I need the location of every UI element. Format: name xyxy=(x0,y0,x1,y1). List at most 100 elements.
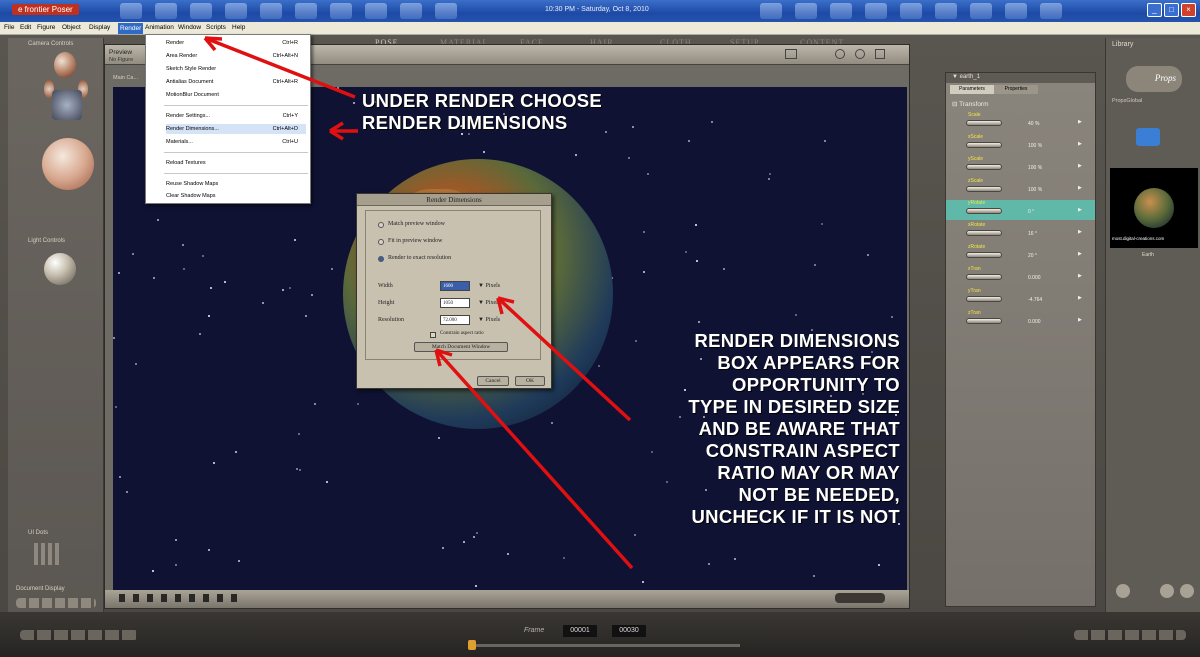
menu-item-area-render[interactable]: Area Render Ctrl+Alt+N xyxy=(166,51,306,61)
zoom-controls[interactable] xyxy=(835,593,885,603)
dial-value[interactable]: 100 % xyxy=(1028,165,1042,171)
menu-file[interactable]: File xyxy=(4,24,14,31)
dial-row[interactable]: yRotate 0 ° ▶ xyxy=(946,200,1095,220)
dial-row[interactable]: Scale 40 % ▶ xyxy=(946,112,1095,132)
taskbar-icon[interactable] xyxy=(900,3,922,19)
dial-value[interactable]: 0.000 xyxy=(1028,319,1041,325)
dial-knob[interactable] xyxy=(966,186,1002,192)
dial-knob[interactable] xyxy=(966,142,1002,148)
menu-item-render[interactable]: Render Ctrl+R xyxy=(166,38,306,48)
dial-row[interactable]: yTran -4.764 ▶ xyxy=(946,288,1095,308)
ui-dots-grid[interactable] xyxy=(34,543,60,565)
options-icon[interactable] xyxy=(875,49,885,59)
dial-value[interactable]: -4.764 xyxy=(1028,297,1042,303)
footer-controls[interactable] xyxy=(119,594,239,602)
head-camera-icon[interactable] xyxy=(54,52,76,78)
dial-menu-arrow-icon[interactable]: ▶ xyxy=(1078,163,1082,169)
radio-match-preview[interactable] xyxy=(378,222,384,228)
earth-thumbnail[interactable]: most.digital-creations.com xyxy=(1110,168,1198,248)
menu-item-motionblur[interactable]: MotionBlur Document xyxy=(166,90,306,100)
taskbar-icon[interactable] xyxy=(970,3,992,19)
display-style-buttons[interactable] xyxy=(16,598,96,608)
menu-display[interactable]: Display xyxy=(89,24,110,31)
dial-menu-arrow-icon[interactable]: ▶ xyxy=(1078,141,1082,147)
height-input[interactable]: 1050 xyxy=(440,298,470,308)
taskbar-icon[interactable] xyxy=(260,3,282,19)
menu-item-render-dimensions[interactable]: Render Dimensions... Ctrl+Alt+D xyxy=(166,124,306,134)
taskbar-icon[interactable] xyxy=(330,3,352,19)
match-document-window-button[interactable]: Match Document Window xyxy=(414,342,508,352)
figure-selector[interactable]: No Figure xyxy=(109,57,133,63)
menu-object[interactable]: Object xyxy=(62,24,81,31)
close-button[interactable]: × xyxy=(1181,3,1196,17)
menu-window[interactable]: Window xyxy=(178,24,201,31)
taskbar-icon[interactable] xyxy=(795,3,817,19)
dial-menu-arrow-icon[interactable]: ▶ xyxy=(1078,273,1082,279)
dial-knob[interactable] xyxy=(966,164,1002,170)
dial-menu-arrow-icon[interactable]: ▶ xyxy=(1078,251,1082,257)
dial-row[interactable]: xScale 100 % ▶ xyxy=(946,134,1095,154)
transform-group[interactable]: ⊟ Transform xyxy=(952,100,989,108)
taskbar-icon[interactable] xyxy=(435,3,457,19)
dial-knob[interactable] xyxy=(966,296,1002,302)
dial-knob[interactable] xyxy=(966,208,1002,214)
dial-knob[interactable] xyxy=(966,230,1002,236)
timeline-handle[interactable] xyxy=(468,640,476,650)
taskbar-icon[interactable] xyxy=(1005,3,1027,19)
ok-button[interactable]: OK xyxy=(515,376,545,386)
dial-knob[interactable] xyxy=(966,318,1002,324)
keyframe-buttons[interactable] xyxy=(1074,630,1186,640)
width-input[interactable]: 1600 xyxy=(440,281,470,291)
dial-menu-arrow-icon[interactable]: ▶ xyxy=(1078,229,1082,235)
resolution-input[interactable]: 72.000 xyxy=(440,315,470,325)
menu-item-render-settings[interactable]: Render Settings... Ctrl+Y xyxy=(166,111,306,121)
dial-value[interactable]: 0.000 xyxy=(1028,275,1041,281)
cancel-button[interactable]: Cancel xyxy=(477,376,509,386)
taskbar-icon[interactable] xyxy=(935,3,957,19)
taskbar-icon[interactable] xyxy=(365,3,387,19)
menu-scripts[interactable]: Scripts xyxy=(206,24,226,31)
preview-tab[interactable]: Preview xyxy=(109,49,132,56)
dial-value[interactable]: 0 ° xyxy=(1028,209,1034,215)
add-icon[interactable] xyxy=(1160,584,1174,598)
radio-exact-resolution[interactable] xyxy=(378,256,384,262)
trackball-icon[interactable] xyxy=(42,138,94,190)
taskbar-icon[interactable] xyxy=(225,3,247,19)
move-camera-cross-icon[interactable] xyxy=(52,90,82,120)
dial-value[interactable]: 100 % xyxy=(1028,187,1042,193)
dial-knob[interactable] xyxy=(966,252,1002,258)
light-sphere-icon[interactable] xyxy=(44,253,76,285)
dial-menu-arrow-icon[interactable]: ▶ xyxy=(1078,295,1082,301)
menu-item-sketch-render[interactable]: Sketch Style Render xyxy=(166,64,306,74)
dial-row[interactable]: zRotate 20 ° ▶ xyxy=(946,244,1095,264)
dial-value[interactable]: 20 ° xyxy=(1028,253,1037,259)
menu-item-antialias[interactable]: Antialias Document Ctrl+Alt+R xyxy=(166,77,306,87)
tab-properties[interactable]: Properties xyxy=(994,85,1038,94)
folder-icon[interactable] xyxy=(1136,128,1160,146)
dial-menu-arrow-icon[interactable]: ▶ xyxy=(1078,207,1082,213)
menu-render[interactable]: Render xyxy=(118,23,144,34)
taskbar-icon[interactable] xyxy=(830,3,852,19)
dial-row[interactable]: zTran 0.000 ▶ xyxy=(946,310,1095,330)
resolution-unit-dropdown[interactable]: ▼ Pixels xyxy=(478,317,500,323)
height-unit-dropdown[interactable]: ▼ Pixels xyxy=(478,300,500,306)
preview-style-icon[interactable] xyxy=(785,49,797,59)
dial-row[interactable]: xRotate 16 ° ▶ xyxy=(946,222,1095,242)
taskbar-icon[interactable] xyxy=(155,3,177,19)
taskbar-icon[interactable] xyxy=(190,3,212,19)
menu-animation[interactable]: Animation xyxy=(145,24,174,31)
dial-value[interactable]: 40 % xyxy=(1028,121,1039,127)
dial-knob[interactable] xyxy=(966,274,1002,280)
minimize-button[interactable]: _ xyxy=(1147,3,1162,17)
menu-help[interactable]: Help xyxy=(232,24,245,31)
object-selector[interactable]: ▼ earth_1 xyxy=(952,74,980,80)
dial-row[interactable]: zScale 100 % ▶ xyxy=(946,178,1095,198)
playback-buttons[interactable] xyxy=(20,630,138,640)
frame-total[interactable]: 00030 xyxy=(612,625,646,637)
dial-menu-arrow-icon[interactable]: ▶ xyxy=(1078,119,1082,125)
taskbar-icon[interactable] xyxy=(295,3,317,19)
tab-parameters[interactable]: Parameters xyxy=(950,85,994,94)
menu-item-materials[interactable]: Materials... Ctrl+U xyxy=(166,137,306,147)
dial-value[interactable]: 100 % xyxy=(1028,143,1042,149)
taskbar-icon[interactable] xyxy=(865,3,887,19)
